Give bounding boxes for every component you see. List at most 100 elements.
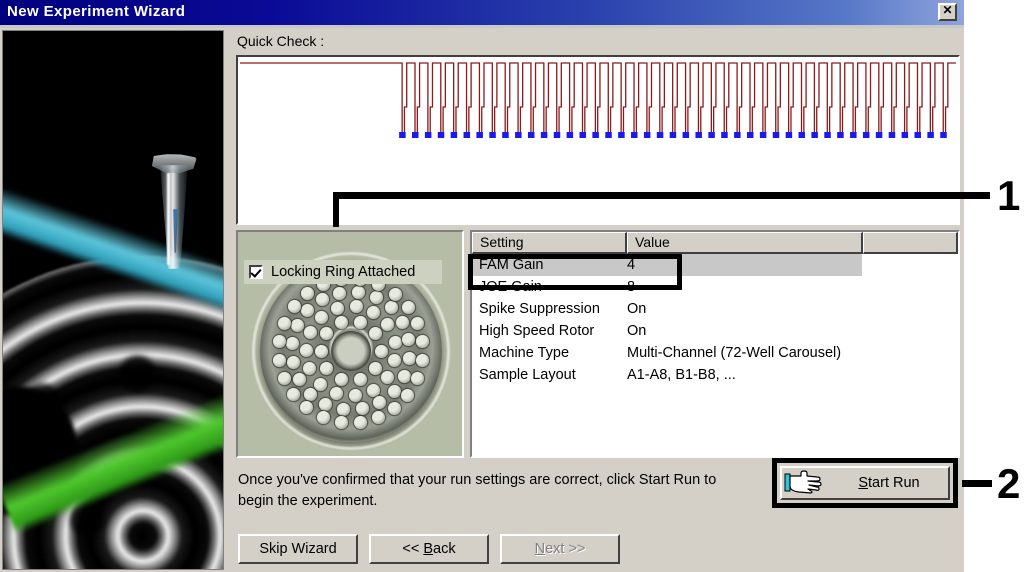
trace-marker xyxy=(399,132,406,138)
trace-marker xyxy=(772,132,780,138)
start-run-label-rest: tart Run xyxy=(868,475,920,491)
new-experiment-wizard-window: New Experiment Wizard ✕ Quick Check: Lo… xyxy=(0,0,964,572)
settings-table-header: Setting Value xyxy=(472,232,958,254)
trace-marker xyxy=(540,132,548,138)
trace-marker xyxy=(811,132,818,138)
locking-ring-checkbox-label: Locking Ring Attached xyxy=(271,264,416,280)
annotation-leader-1-horizontal xyxy=(333,192,990,199)
back-accel: B xyxy=(423,541,434,557)
window-title: New Experiment Wizard xyxy=(7,3,186,20)
column-header-setting[interactable]: Setting xyxy=(472,232,627,254)
trace-marker xyxy=(502,132,509,138)
instruction-text: Once you've confirmed that your run sett… xyxy=(238,470,768,512)
close-button[interactable]: ✕ xyxy=(938,3,957,21)
trace-marker xyxy=(631,132,638,138)
screenshot-root: New Experiment Wizard ✕ Quick Check: Lo… xyxy=(0,0,1024,572)
trace-marker xyxy=(759,132,767,138)
trace-marker xyxy=(669,132,677,138)
trace-marker xyxy=(734,132,741,138)
start-run-button[interactable]: Start Run xyxy=(780,466,950,500)
annotation-leader-1-vertical xyxy=(333,197,339,227)
trace-marker xyxy=(850,132,857,138)
trace-marker xyxy=(901,132,909,138)
instruction-line-1: Once you've confirmed that your run sett… xyxy=(238,472,717,488)
setting-name: Spike Suppression xyxy=(479,301,600,317)
next-rest: ext >> xyxy=(545,541,586,557)
quick-check-graph-panel xyxy=(236,55,960,225)
wizard-navigation: Skip Wizard << Back Next >> xyxy=(238,534,620,564)
setting-name: Machine Type xyxy=(479,345,570,361)
trace-marker xyxy=(566,132,574,138)
window-titlebar: New Experiment Wizard ✕ xyxy=(0,0,964,25)
trace-marker xyxy=(437,132,445,138)
trace-marker xyxy=(695,132,702,138)
annotation-leader-2 xyxy=(962,480,992,487)
annotation-number-1: 1 xyxy=(997,172,1021,219)
trace-marker xyxy=(424,132,432,138)
column-header-extra[interactable] xyxy=(863,232,958,254)
instrument-photo xyxy=(2,30,224,570)
trace-marker xyxy=(785,132,793,138)
back-button[interactable]: << Back xyxy=(369,534,489,564)
photo-canvas xyxy=(3,31,223,569)
trace-marker xyxy=(746,132,754,138)
annotation-box-2: Start Run xyxy=(772,458,958,508)
annotation-number-2: 2 xyxy=(997,460,1021,507)
setting-name: High Speed Rotor xyxy=(479,323,595,339)
table-row[interactable]: High Speed Rotor On xyxy=(472,320,958,342)
trace-markers xyxy=(399,132,947,138)
setting-value: Multi-Channel (72-Well Carousel) xyxy=(627,345,842,361)
trace-marker xyxy=(592,132,599,138)
trace-marker xyxy=(605,132,612,138)
trace-marker xyxy=(798,132,806,138)
trace-marker xyxy=(643,132,651,138)
trace-marker xyxy=(553,132,561,138)
pointing-hand-icon xyxy=(784,470,830,496)
back-rest: ack xyxy=(433,541,456,557)
next-accel: N xyxy=(534,541,546,557)
trace-marker xyxy=(515,132,522,138)
trace-marker xyxy=(824,132,831,138)
table-row[interactable]: Sample Layout A1-A8, B1-B8, ... xyxy=(472,364,958,386)
trace-marker xyxy=(721,132,728,138)
table-row[interactable]: Spike Suppression On xyxy=(472,298,958,320)
setting-name: Sample Layout xyxy=(479,367,576,383)
trace-marker xyxy=(463,132,471,138)
tube-cap xyxy=(151,154,197,174)
pcr-tube-decor xyxy=(151,151,197,271)
titlebar-divider xyxy=(0,25,964,28)
trace-marker xyxy=(914,132,921,138)
trace-marker xyxy=(618,132,625,138)
trace-marker xyxy=(940,132,947,138)
trace-marker xyxy=(489,132,496,138)
locking-ring-checkbox[interactable]: Locking Ring Attached xyxy=(244,260,442,284)
quick-check-label: Quick Check : xyxy=(237,33,325,49)
trace-marker xyxy=(875,132,883,138)
trace-marker xyxy=(412,132,419,138)
skip-wizard-button[interactable]: Skip Wizard xyxy=(238,534,358,564)
close-icon: ✕ xyxy=(942,3,953,17)
trace-marker xyxy=(527,132,535,138)
trace-marker xyxy=(837,132,844,138)
next-button[interactable]: Next >> xyxy=(500,534,620,564)
checkbox-checked-icon[interactable] xyxy=(249,265,263,279)
trace-marker xyxy=(682,132,690,138)
trace-marker xyxy=(579,132,586,138)
trace-marker xyxy=(708,132,715,138)
trace-marker xyxy=(927,132,934,138)
table-row[interactable]: Machine Type Multi-Channel (72-Well Carou… xyxy=(472,342,958,364)
start-run-accel: S xyxy=(858,475,869,491)
trace-marker xyxy=(476,132,483,138)
back-prefix: << xyxy=(402,541,424,557)
setting-value: On xyxy=(627,301,647,317)
trace-marker xyxy=(862,132,870,138)
setting-value: On xyxy=(627,323,647,339)
setting-value: A1-A8, B1-B8, ... xyxy=(627,367,736,383)
annotation-box-1 xyxy=(468,254,682,290)
trace-marker xyxy=(450,132,458,138)
trace-marker xyxy=(888,132,896,138)
start-run-label: Start Run xyxy=(830,475,948,491)
column-header-value[interactable]: Value xyxy=(627,232,863,254)
instruction-line-2: begin the experiment. xyxy=(238,493,378,509)
tube-highlight xyxy=(167,173,170,265)
